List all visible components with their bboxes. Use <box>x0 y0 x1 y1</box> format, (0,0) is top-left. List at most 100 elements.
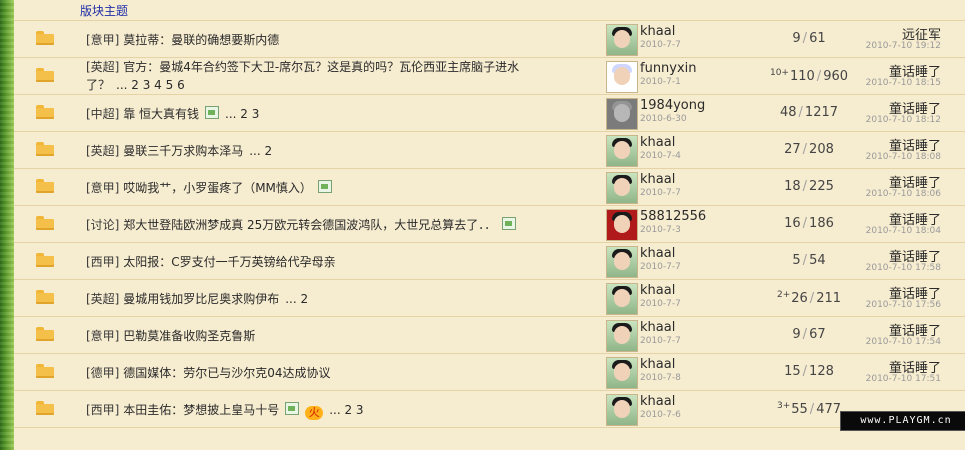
reply-count: 15 <box>784 364 801 379</box>
folder-icon <box>36 142 54 156</box>
thread-title-link[interactable]: 德国媒体：劳尔已与沙尔克04达成协议 <box>123 366 330 380</box>
thread-row[interactable]: [英超] 曼城用钱加罗比尼奥求购伊布 ... 2 khaal 2010-7-7 2+26… <box>14 279 965 317</box>
folder-icon <box>36 253 54 267</box>
thread-category[interactable]: [讨论] <box>86 218 119 232</box>
thread-category[interactable]: [西甲] <box>86 403 119 417</box>
thread-row[interactable]: [西甲] 本田圭佑：梦想披上皇马十号 火 ... 2 3 khaal 2010-7-6 3… <box>14 390 965 428</box>
thread-pager[interactable]: ... 2 3 <box>225 107 259 121</box>
stat-separator: / <box>802 142 808 157</box>
author-name[interactable]: 58812556 <box>640 209 706 224</box>
thread-title-link[interactable]: 曼联三千万求购本泽马 <box>123 144 243 158</box>
thread-title-link[interactable]: 莫拉蒂：曼联的确想要斯内德 <box>123 33 279 47</box>
thread-category[interactable]: [意甲] <box>86 33 119 47</box>
thread-row[interactable]: [英超] 曼联三千万求购本泽马... 2 khaal 2010-7-4 27/208 童… <box>14 131 965 169</box>
thread-category[interactable]: [英超] <box>86 292 119 306</box>
site-watermark: www.PLAYGM.cn <box>840 411 965 431</box>
thread-category[interactable]: [西甲] <box>86 255 119 269</box>
section-title[interactable]: 版块主题 <box>80 2 128 19</box>
view-count: 1217 <box>804 105 839 120</box>
author-avatar[interactable] <box>606 24 638 56</box>
author-date: 2010-7-3 <box>640 225 681 235</box>
thread-category[interactable]: [意甲] <box>86 181 119 195</box>
author-avatar[interactable] <box>606 320 638 352</box>
thread-category[interactable]: [中超] <box>86 107 119 121</box>
last-reply-time: 2010-7-10 18:08 <box>865 152 941 162</box>
author-name[interactable]: khaal <box>640 24 675 39</box>
thread-row[interactable]: [意甲] 莫拉蒂：曼联的确想要斯内德 khaal 2010-7-7 9/61 远征军 20… <box>14 20 965 58</box>
last-reply-time: 2010-7-10 19:12 <box>865 41 941 51</box>
reply-view-stats: 9/67 <box>754 327 864 342</box>
reply-increment: 2+ <box>776 290 791 300</box>
thread-topic: [中超] 靠 恒大真有钱 ... 2 3 <box>86 105 596 123</box>
author-name[interactable]: 1984yong <box>640 98 705 113</box>
thread-pager[interactable]: ... 2 <box>249 144 272 158</box>
author-name[interactable]: khaal <box>640 135 675 150</box>
thread-topic: [英超] 曼城用钱加罗比尼奥求购伊布 ... 2 <box>86 290 596 308</box>
thread-category[interactable]: [德甲] <box>86 366 119 380</box>
thread-row[interactable]: [西甲] 太阳报：C罗支付一千万英镑给代孕母亲 khaal 2010-7-7 5/54… <box>14 242 965 280</box>
author-date: 2010-7-7 <box>640 336 681 346</box>
thread-title-link[interactable]: 巴勒莫准备收购圣克鲁斯 <box>123 329 255 343</box>
author-date: 2010-6-30 <box>640 114 687 124</box>
stat-separator: / <box>816 69 822 84</box>
thread-title-link[interactable]: 靠 恒大真有钱 <box>123 107 199 121</box>
author-avatar[interactable] <box>606 394 638 426</box>
author-avatar[interactable] <box>606 283 638 315</box>
last-reply-time: 2010-7-10 17:56 <box>865 300 941 310</box>
author-avatar[interactable] <box>606 61 638 93</box>
thread-pager[interactable]: ... 2 <box>285 292 308 306</box>
thread-category[interactable]: [意甲] <box>86 329 119 343</box>
author-name[interactable]: khaal <box>640 394 675 409</box>
author-avatar[interactable] <box>606 172 638 204</box>
left-green-banner <box>0 0 14 450</box>
thread-title-link[interactable]: 哎呦我艹，小罗蛋疼了（MM慎入） <box>123 181 312 195</box>
author-date: 2010-7-7 <box>640 262 681 272</box>
reply-count: 9 <box>792 31 801 46</box>
author-name[interactable]: khaal <box>640 172 675 187</box>
view-count: 61 <box>809 31 826 46</box>
author-avatar[interactable] <box>606 135 638 167</box>
thread-topic: [西甲] 本田圭佑：梦想披上皇马十号 火 ... 2 3 <box>86 401 596 420</box>
author-name[interactable]: khaal <box>640 357 675 372</box>
author-avatar[interactable] <box>606 98 638 130</box>
stat-separator: / <box>809 402 815 417</box>
folder-icon <box>36 290 54 304</box>
reply-increment: 10+ <box>769 68 789 78</box>
view-count: 960 <box>823 69 849 84</box>
thread-topic: [意甲] 莫拉蒂：曼联的确想要斯内德 <box>86 31 596 49</box>
thread-row[interactable]: [英超] 官方：曼城4年合约签下大卫-席尔瓦？这是真的吗？瓦伦西亚主席脑子进水了… <box>14 57 965 95</box>
thread-row[interactable]: [讨论] 郑大世登陆欧洲梦成真 25万欧元转会德国波鸿队，大世兄总算去了．． 58… <box>14 205 965 243</box>
author-avatar[interactable] <box>606 209 638 241</box>
author-date: 2010-7-8 <box>640 373 681 383</box>
thread-title-link[interactable]: 本田圭佑：梦想披上皇马十号 <box>123 403 279 417</box>
folder-icon <box>36 216 54 230</box>
thread-title-link[interactable]: 郑大世登陆欧洲梦成真 25万欧元转会德国波鸿队，大世兄总算去了．． <box>123 218 496 232</box>
thread-title-link[interactable]: 曼城用钱加罗比尼奥求购伊布 <box>123 292 279 306</box>
thread-category[interactable]: [英超] <box>86 60 119 74</box>
thread-pager[interactable]: ... 2 3 <box>329 403 363 417</box>
author-name[interactable]: khaal <box>640 320 675 335</box>
last-reply-time: 2010-7-10 18:06 <box>865 189 941 199</box>
thread-row[interactable]: [意甲] 哎呦我艹，小罗蛋疼了（MM慎入） khaal 2010-7-7 18/225… <box>14 168 965 206</box>
view-count: 225 <box>809 179 834 194</box>
reply-count: 5 <box>792 253 801 268</box>
stat-separator: / <box>802 179 808 194</box>
thread-row[interactable]: [中超] 靠 恒大真有钱 ... 2 3 1984yong 2010-6-30 48/1… <box>14 94 965 132</box>
author-name[interactable]: khaal <box>640 283 675 298</box>
thread-category[interactable]: [英超] <box>86 144 119 158</box>
thread-title-link[interactable]: 太阳报：C罗支付一千万英镑给代孕母亲 <box>123 255 335 269</box>
author-name[interactable]: funnyxin <box>640 61 697 76</box>
image-attachment-icon <box>205 106 220 119</box>
thread-row[interactable]: [德甲] 德国媒体：劳尔已与沙尔克04达成协议 khaal 2010-7-8 15/1… <box>14 353 965 391</box>
image-attachment-icon <box>502 217 517 230</box>
author-name[interactable]: khaal <box>640 246 675 261</box>
thread-row[interactable]: [意甲] 巴勒莫准备收购圣克鲁斯 khaal 2010-7-7 9/67 童话睡了 201… <box>14 316 965 354</box>
last-reply-time: 2010-7-10 18:12 <box>865 115 941 125</box>
thread-pager[interactable]: ... 2 3 4 5 6 <box>116 78 185 92</box>
author-avatar[interactable] <box>606 246 638 278</box>
view-count: 54 <box>809 253 826 268</box>
author-date: 2010-7-6 <box>640 410 681 420</box>
author-avatar[interactable] <box>606 357 638 389</box>
folder-icon <box>36 401 54 415</box>
author-date: 2010-7-7 <box>640 188 681 198</box>
